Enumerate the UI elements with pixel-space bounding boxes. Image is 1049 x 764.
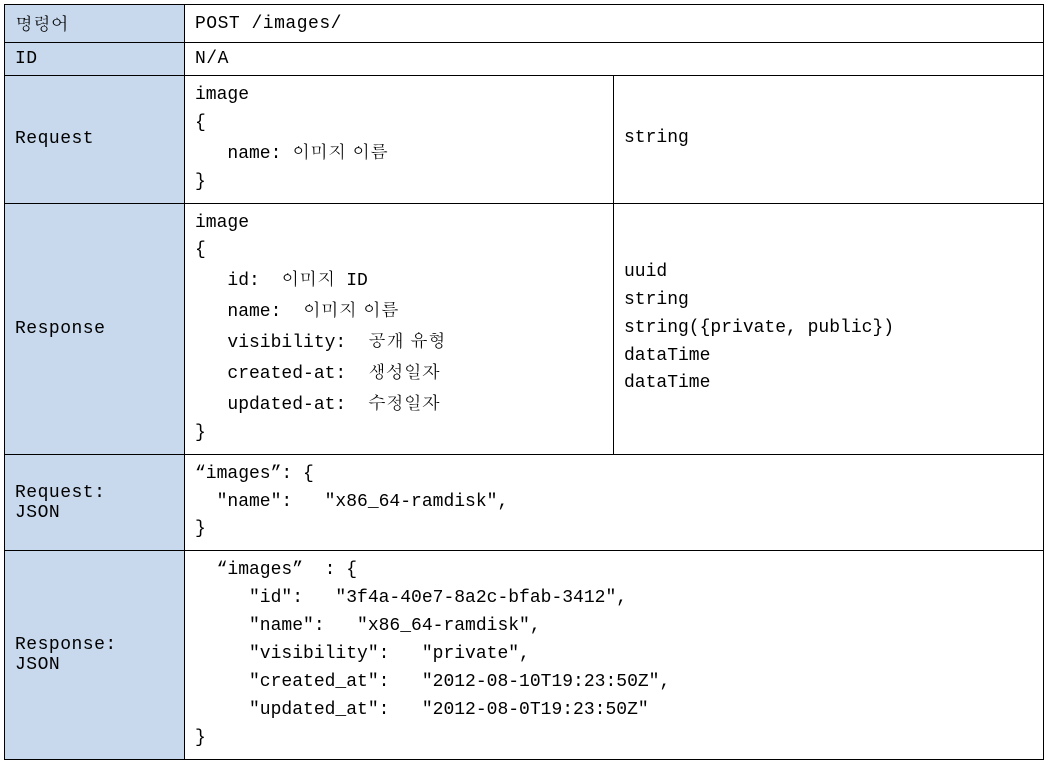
label-command: 명령어 — [5, 5, 185, 43]
row-request: Request image { name: 이미지 이름 } string — [5, 76, 1044, 204]
request-body: image { name: 이미지 이름 } — [185, 76, 614, 204]
row-id: ID N/A — [5, 43, 1044, 76]
label-request: Request — [5, 76, 185, 204]
response-json-body: “images” : { "id": "3f4a-40e7-8a2c-bfab-… — [185, 551, 1044, 759]
value-command: POST /images/ — [185, 5, 1044, 43]
label-request-json: Request: JSON — [5, 454, 185, 551]
response-types: uuid string string({private, public}) da… — [614, 203, 1044, 454]
row-command: 명령어 POST /images/ — [5, 5, 1044, 43]
api-spec-table: 명령어 POST /images/ ID N/A Request image {… — [4, 4, 1044, 760]
request-types: string — [614, 76, 1044, 204]
request-json-body: “images”: { "name": "x86_64-ramdisk", } — [185, 454, 1044, 551]
row-request-json: Request: JSON “images”: { "name": "x86_6… — [5, 454, 1044, 551]
row-response: Response image { id: 이미지 ID name: 이미지 이름… — [5, 203, 1044, 454]
label-response: Response — [5, 203, 185, 454]
value-id: N/A — [185, 43, 1044, 76]
label-command-text: 명령어 — [15, 11, 69, 36]
response-body: image { id: 이미지 ID name: 이미지 이름 visibili… — [185, 203, 614, 454]
row-response-json: Response: JSON “images” : { "id": "3f4a-… — [5, 551, 1044, 759]
label-response-json: Response: JSON — [5, 551, 185, 759]
label-id: ID — [5, 43, 185, 76]
